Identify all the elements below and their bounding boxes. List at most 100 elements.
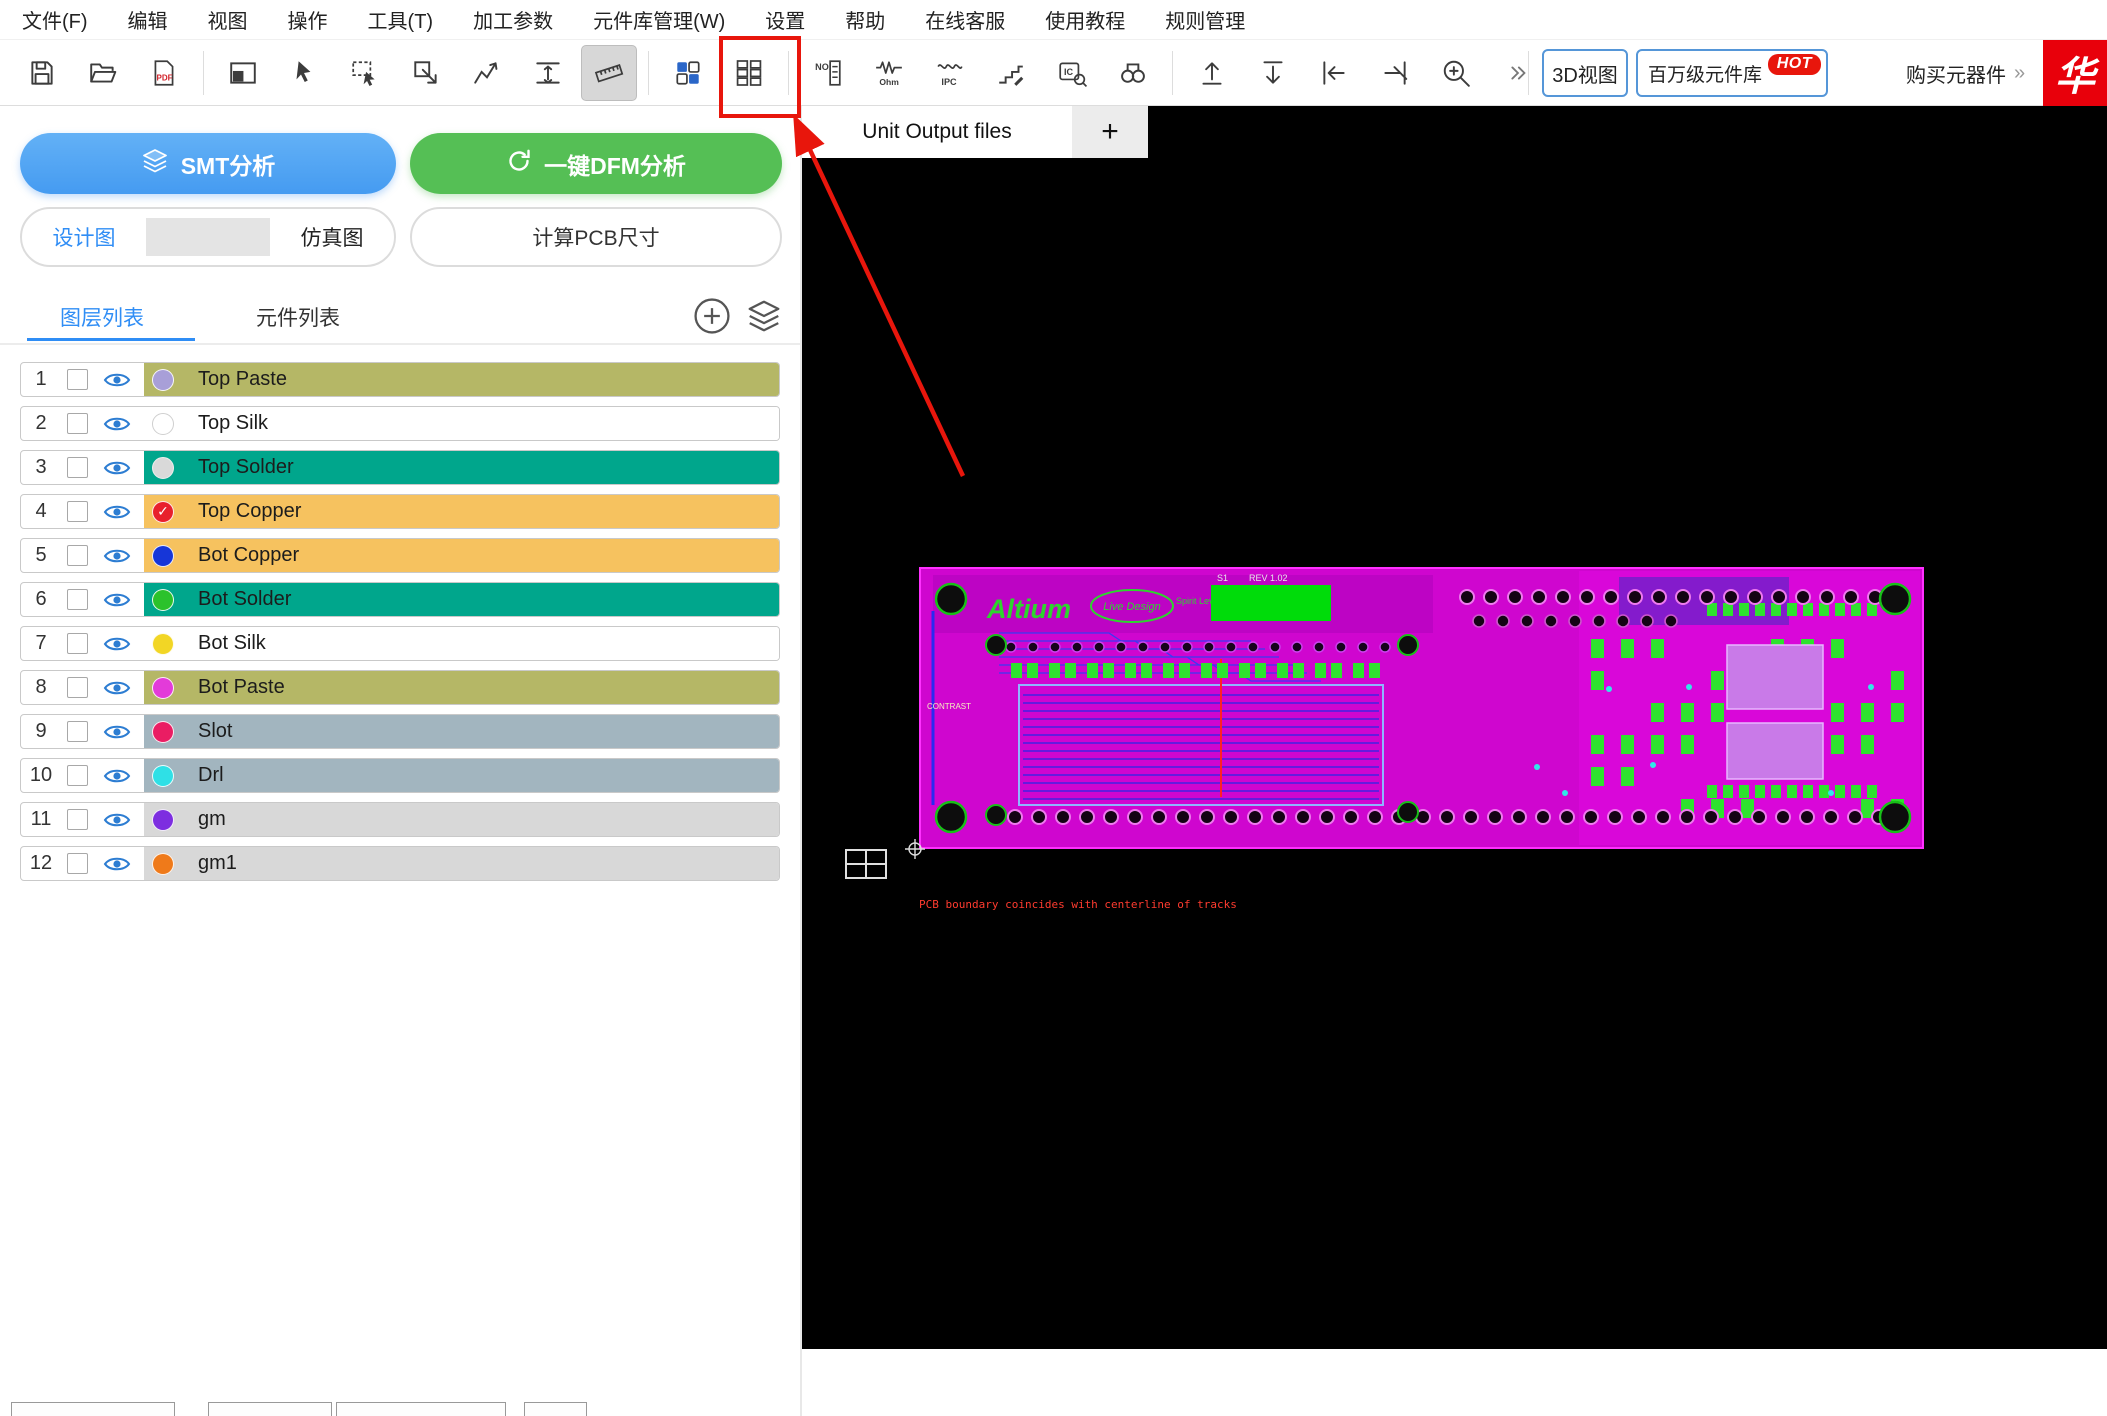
layer-checkbox[interactable] (67, 765, 88, 786)
layer-row[interactable]: 7 Bot Silk (20, 626, 780, 661)
layer-color-dot[interactable] (152, 412, 174, 435)
serial-number-icon[interactable]: NO. (800, 45, 856, 101)
layer-checkbox[interactable] (67, 457, 88, 478)
layer-checkbox[interactable] (67, 589, 88, 610)
eye-icon[interactable] (100, 458, 134, 478)
align-right-edge-icon[interactable] (1367, 45, 1423, 101)
ic-marking-icon[interactable]: IC (1044, 45, 1100, 101)
tab-simulation-view[interactable]: 仿真图 (270, 209, 394, 265)
calc-pcb-size-button[interactable]: 计算PCB尺寸 (410, 207, 782, 267)
layer-color-dot[interactable] (152, 588, 174, 611)
color-blocks-icon[interactable] (660, 45, 716, 101)
layer-row[interactable]: 9 Slot (20, 714, 780, 749)
layer-color-dot[interactable] (152, 456, 174, 479)
eye-icon[interactable] (100, 502, 134, 522)
layer-checkbox[interactable] (67, 809, 88, 830)
layer-row[interactable]: 10 Drl (20, 758, 780, 793)
layer-checkbox[interactable] (67, 677, 88, 698)
layer-row[interactable]: 3 Top Solder (20, 450, 780, 485)
layer-row[interactable]: 8 Bot Paste (20, 670, 780, 705)
menu-item[interactable]: 编辑 (128, 5, 168, 34)
tab-layer-list[interactable]: 图层列表 (60, 302, 144, 332)
measure-path-icon[interactable] (459, 45, 515, 101)
area-select-icon[interactable] (337, 45, 393, 101)
dfm-analysis-button[interactable]: 一键DFM分析 (410, 133, 782, 194)
grid-widget-icon[interactable] (844, 845, 888, 888)
eye-icon[interactable] (100, 414, 134, 434)
layer-checkbox[interactable] (67, 721, 88, 742)
menu-item[interactable]: 视图 (208, 5, 248, 34)
layer-color-dot[interactable] (152, 808, 174, 831)
layer-stack-icon[interactable] (744, 296, 784, 336)
add-layer-icon[interactable] (692, 296, 732, 336)
layer-checkbox[interactable] (67, 633, 88, 654)
tab-unit-output-files[interactable]: Unit Output files (802, 106, 1072, 158)
layer-checkbox[interactable] (67, 853, 88, 874)
layer-checkbox[interactable] (67, 501, 88, 522)
menu-item[interactable]: 帮助 (845, 5, 885, 34)
layer-row[interactable]: 6 Bot Solder (20, 582, 780, 617)
view-3d-button[interactable]: 3D视图 (1542, 49, 1628, 97)
import-down-icon[interactable] (1245, 45, 1301, 101)
export-up-icon[interactable] (1184, 45, 1240, 101)
eye-icon[interactable] (100, 810, 134, 830)
more-chevron-icon[interactable] (1489, 45, 1545, 101)
eye-icon[interactable] (100, 678, 134, 698)
ipc-netlist-icon[interactable]: IPC (922, 45, 978, 101)
add-tab-button[interactable]: + (1072, 106, 1148, 158)
layer-color-dot[interactable] (152, 544, 174, 567)
ohm-impedance-icon[interactable]: Ohm (861, 45, 917, 101)
open-icon[interactable] (75, 45, 131, 101)
menu-item[interactable]: 规则管理 (1165, 5, 1245, 34)
layer-color-dot[interactable] (152, 676, 174, 699)
align-left-edge-icon[interactable] (1306, 45, 1362, 101)
component-library-button[interactable]: 百万级元件库 HOT (1636, 49, 1828, 97)
layer-measure-icon[interactable] (983, 45, 1039, 101)
eye-icon[interactable] (100, 854, 134, 874)
pcb-board[interactable]: Altium Live Design Spirit Level S1 REV 1… (919, 567, 1924, 849)
menu-item[interactable]: 使用教程 (1045, 5, 1125, 34)
layer-checkbox[interactable] (67, 545, 88, 566)
cursor-select-icon[interactable] (276, 45, 332, 101)
smt-analysis-button[interactable]: SMT分析 (20, 133, 396, 194)
dock-box[interactable] (11, 1402, 175, 1416)
tab-design-view[interactable]: 设计图 (22, 209, 146, 265)
menu-item[interactable]: 设置 (765, 5, 805, 34)
layer-color-dot[interactable] (152, 852, 174, 875)
menu-item[interactable]: 工具(T) (368, 5, 434, 34)
layer-row[interactable]: 11 gm (20, 802, 780, 837)
layer-checkbox[interactable] (67, 413, 88, 434)
search-binoculars-icon[interactable] (1105, 45, 1161, 101)
zoom-in-icon[interactable] (1428, 45, 1484, 101)
buy-components-button[interactable]: 购买元器件 » (1906, 40, 2025, 106)
eye-icon[interactable] (100, 590, 134, 610)
layer-color-dot[interactable]: ✓ (152, 500, 174, 523)
ruler-icon[interactable] (581, 44, 637, 101)
eye-icon[interactable] (100, 546, 134, 566)
layer-row[interactable]: 12 gm1 (20, 846, 780, 881)
layer-row[interactable]: 5 Bot Copper (20, 538, 780, 573)
layer-row[interactable]: 1 Top Paste (20, 362, 780, 397)
pcb-viewport[interactable]: Altium Live Design Spirit Level S1 REV 1… (802, 106, 2107, 1349)
eye-icon[interactable] (100, 370, 134, 390)
pdf-export-icon[interactable]: PDF (136, 45, 192, 101)
menu-item[interactable]: 加工参数 (473, 5, 553, 34)
dock-box[interactable] (524, 1402, 587, 1416)
menu-item[interactable]: 操作 (288, 5, 328, 34)
menu-item[interactable]: 文件(F) (22, 5, 88, 34)
layer-color-dot[interactable] (152, 632, 174, 655)
layer-checkbox[interactable] (67, 369, 88, 390)
eye-icon[interactable] (100, 722, 134, 742)
measure-align-icon[interactable] (520, 45, 576, 101)
panelize-grid-icon[interactable] (721, 45, 777, 101)
menu-item[interactable]: 在线客服 (925, 5, 1005, 34)
pan-move-icon[interactable] (398, 45, 454, 101)
dock-box[interactable] (208, 1402, 332, 1416)
eye-icon[interactable] (100, 766, 134, 786)
eye-icon[interactable] (100, 634, 134, 654)
save-icon[interactable] (14, 45, 70, 101)
layer-color-dot[interactable] (152, 368, 174, 391)
layer-row[interactable]: 4 ✓ Top Copper (20, 494, 780, 529)
dock-box[interactable] (336, 1402, 506, 1416)
layer-color-dot[interactable] (152, 720, 174, 743)
